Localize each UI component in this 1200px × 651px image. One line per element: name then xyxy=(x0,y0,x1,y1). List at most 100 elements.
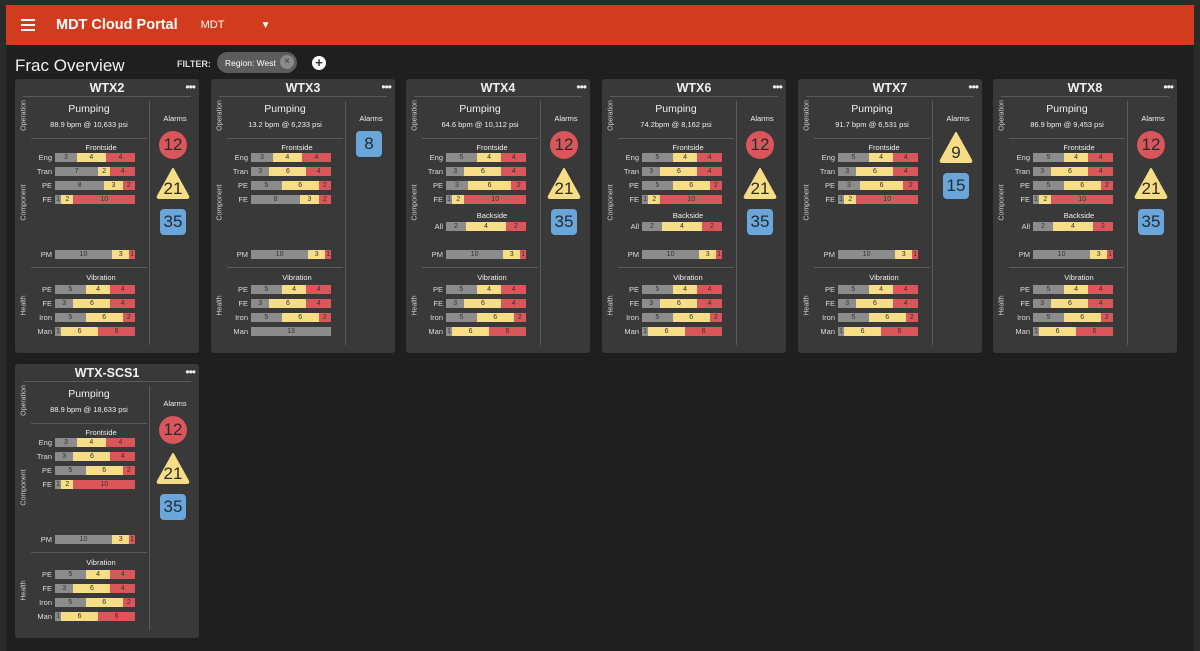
frontside-bar[interactable]: 724 xyxy=(55,167,135,176)
info-alarm-badge[interactable]: 35 xyxy=(160,494,186,520)
add-filter-icon[interactable]: + xyxy=(312,56,326,70)
frontside-bar[interactable]: 344 xyxy=(55,153,135,162)
vibration-bar[interactable]: 544 xyxy=(55,285,135,294)
critical-alarm-badge[interactable]: 12 xyxy=(550,131,578,159)
vibration-bar[interactable]: 562 xyxy=(446,313,526,322)
frontside-bar[interactable]: 344 xyxy=(55,438,135,447)
warning-alarm-badge[interactable]: 21 xyxy=(547,167,581,199)
vibration-bar[interactable]: 544 xyxy=(55,570,135,579)
vibration-bar[interactable]: 166 xyxy=(55,327,135,336)
vibration-bar[interactable]: 562 xyxy=(251,313,331,322)
frontside-bar[interactable]: 544 xyxy=(446,153,526,162)
frontside-bar[interactable]: 344 xyxy=(251,153,331,162)
backside-bar[interactable]: 242 xyxy=(1033,222,1113,231)
pm-bar[interactable]: 10 3 1 xyxy=(642,250,722,259)
pm-bar[interactable]: 10 3 1 xyxy=(838,250,918,259)
tenant-select[interactable]: MDT ▼ xyxy=(201,19,271,31)
vibration-bar[interactable]: 166 xyxy=(446,327,526,336)
critical-alarm-badge[interactable]: 12 xyxy=(159,416,187,444)
pm-bar[interactable]: 10 3 1 xyxy=(1033,250,1113,259)
critical-alarm-badge[interactable]: 12 xyxy=(1137,131,1165,159)
vibration-bar[interactable]: 13 xyxy=(251,327,331,336)
pm-bar[interactable]: 10 3 1 xyxy=(55,535,135,544)
more-options-icon[interactable]: ••• xyxy=(576,80,587,94)
backside-bar[interactable]: 242 xyxy=(642,222,722,231)
frontside-bar[interactable]: 364 xyxy=(251,167,331,176)
frac-card-wtx7[interactable]: WTX7 ••• Operation Component Health Pumping 91… xyxy=(798,79,982,353)
more-options-icon[interactable]: ••• xyxy=(185,80,196,94)
frac-card-wtx2[interactable]: WTX2 ••• Operation Component Health Pumping 88… xyxy=(15,79,199,353)
vibration-bar[interactable]: 166 xyxy=(838,327,918,336)
vibration-bar[interactable]: 562 xyxy=(55,313,135,322)
more-options-icon[interactable]: ••• xyxy=(968,80,979,94)
vibration-bar[interactable]: 544 xyxy=(251,285,331,294)
vibration-bar[interactable]: 364 xyxy=(251,299,331,308)
vibration-bar[interactable]: 562 xyxy=(838,313,918,322)
frontside-bar[interactable]: 562 xyxy=(55,466,135,475)
critical-alarm-badge[interactable]: 12 xyxy=(746,131,774,159)
warning-alarm-badge[interactable]: 21 xyxy=(1134,167,1168,199)
vibration-bar[interactable]: 166 xyxy=(55,612,135,621)
frontside-bar[interactable]: 1 2 10 xyxy=(446,195,526,204)
vibration-bar[interactable]: 544 xyxy=(446,285,526,294)
vibration-bar[interactable]: 166 xyxy=(642,327,722,336)
frontside-bar[interactable]: 364 xyxy=(55,452,135,461)
warning-alarm-badge[interactable]: 9 xyxy=(939,131,973,163)
warning-alarm-badge[interactable]: 21 xyxy=(156,167,190,199)
more-options-icon[interactable]: ••• xyxy=(381,80,392,94)
vibration-bar[interactable]: 544 xyxy=(642,285,722,294)
more-options-icon[interactable]: ••• xyxy=(1163,80,1174,94)
vibration-bar[interactable]: 544 xyxy=(1033,285,1113,294)
frac-card-wtx3[interactable]: WTX3 ••• Operation Component Health Pumping 13… xyxy=(211,79,395,353)
frontside-bar[interactable]: 562 xyxy=(251,181,331,190)
pm-bar[interactable]: 10 3 1 xyxy=(446,250,526,259)
frac-card-wtx4[interactable]: WTX4 ••• Operation Component Health Pumping 64… xyxy=(406,79,590,353)
vibration-bar[interactable]: 364 xyxy=(642,299,722,308)
filter-chip-region[interactable]: Region: West × xyxy=(217,52,297,73)
vibration-bar[interactable]: 364 xyxy=(1033,299,1113,308)
info-alarm-badge[interactable]: 8 xyxy=(356,131,382,157)
warning-alarm-badge[interactable]: 21 xyxy=(156,452,190,484)
vibration-bar[interactable]: 364 xyxy=(446,299,526,308)
vibration-bar[interactable]: 544 xyxy=(838,285,918,294)
vibration-bar[interactable]: 364 xyxy=(55,584,135,593)
info-alarm-badge[interactable]: 35 xyxy=(747,209,773,235)
info-alarm-badge[interactable]: 15 xyxy=(943,173,969,199)
frontside-bar[interactable]: 1 2 10 xyxy=(55,195,135,204)
more-options-icon[interactable]: ••• xyxy=(185,365,196,379)
frontside-bar[interactable]: 362 xyxy=(446,181,526,190)
frontside-bar[interactable]: 832 xyxy=(251,195,331,204)
frontside-bar[interactable]: 562 xyxy=(1033,181,1113,190)
frontside-bar[interactable]: 364 xyxy=(1033,167,1113,176)
info-alarm-badge[interactable]: 35 xyxy=(551,209,577,235)
more-options-icon[interactable]: ••• xyxy=(772,80,783,94)
frontside-bar[interactable]: 1 2 10 xyxy=(1033,195,1113,204)
frontside-bar[interactable]: 562 xyxy=(642,181,722,190)
vibration-bar[interactable]: 562 xyxy=(642,313,722,322)
frac-card-wtx6[interactable]: WTX6 ••• Operation Component Health Pumping 74… xyxy=(602,79,786,353)
pm-bar[interactable]: 10 3 1 xyxy=(251,250,331,259)
frontside-bar[interactable]: 364 xyxy=(642,167,722,176)
pm-bar[interactable]: 10 3 1 xyxy=(55,250,135,259)
vibration-bar[interactable]: 364 xyxy=(838,299,918,308)
frontside-bar[interactable]: 544 xyxy=(642,153,722,162)
hamburger-menu-icon[interactable] xyxy=(21,19,35,31)
frac-card-wtx-scs1[interactable]: WTX-SCS1 ••• Operation Component Health Pumpi… xyxy=(15,364,199,638)
vibration-bar[interactable]: 562 xyxy=(1033,313,1113,322)
frontside-bar[interactable]: 1 2 10 xyxy=(642,195,722,204)
warning-alarm-badge[interactable]: 21 xyxy=(743,167,777,199)
frontside-bar[interactable]: 544 xyxy=(838,153,918,162)
vibration-bar[interactable]: 562 xyxy=(55,598,135,607)
frac-card-wtx8[interactable]: WTX8 ••• Operation Component Health Pumping 86… xyxy=(993,79,1177,353)
backside-bar[interactable]: 242 xyxy=(446,222,526,231)
frontside-bar[interactable]: 832 xyxy=(55,181,135,190)
frontside-bar[interactable]: 544 xyxy=(1033,153,1113,162)
frontside-bar[interactable]: 362 xyxy=(838,181,918,190)
frontside-bar[interactable]: 364 xyxy=(838,167,918,176)
vibration-bar[interactable]: 364 xyxy=(55,299,135,308)
info-alarm-badge[interactable]: 35 xyxy=(1138,209,1164,235)
info-alarm-badge[interactable]: 35 xyxy=(160,209,186,235)
remove-filter-icon[interactable]: × xyxy=(280,55,294,69)
frontside-bar[interactable]: 1 2 10 xyxy=(838,195,918,204)
frontside-bar[interactable]: 364 xyxy=(446,167,526,176)
